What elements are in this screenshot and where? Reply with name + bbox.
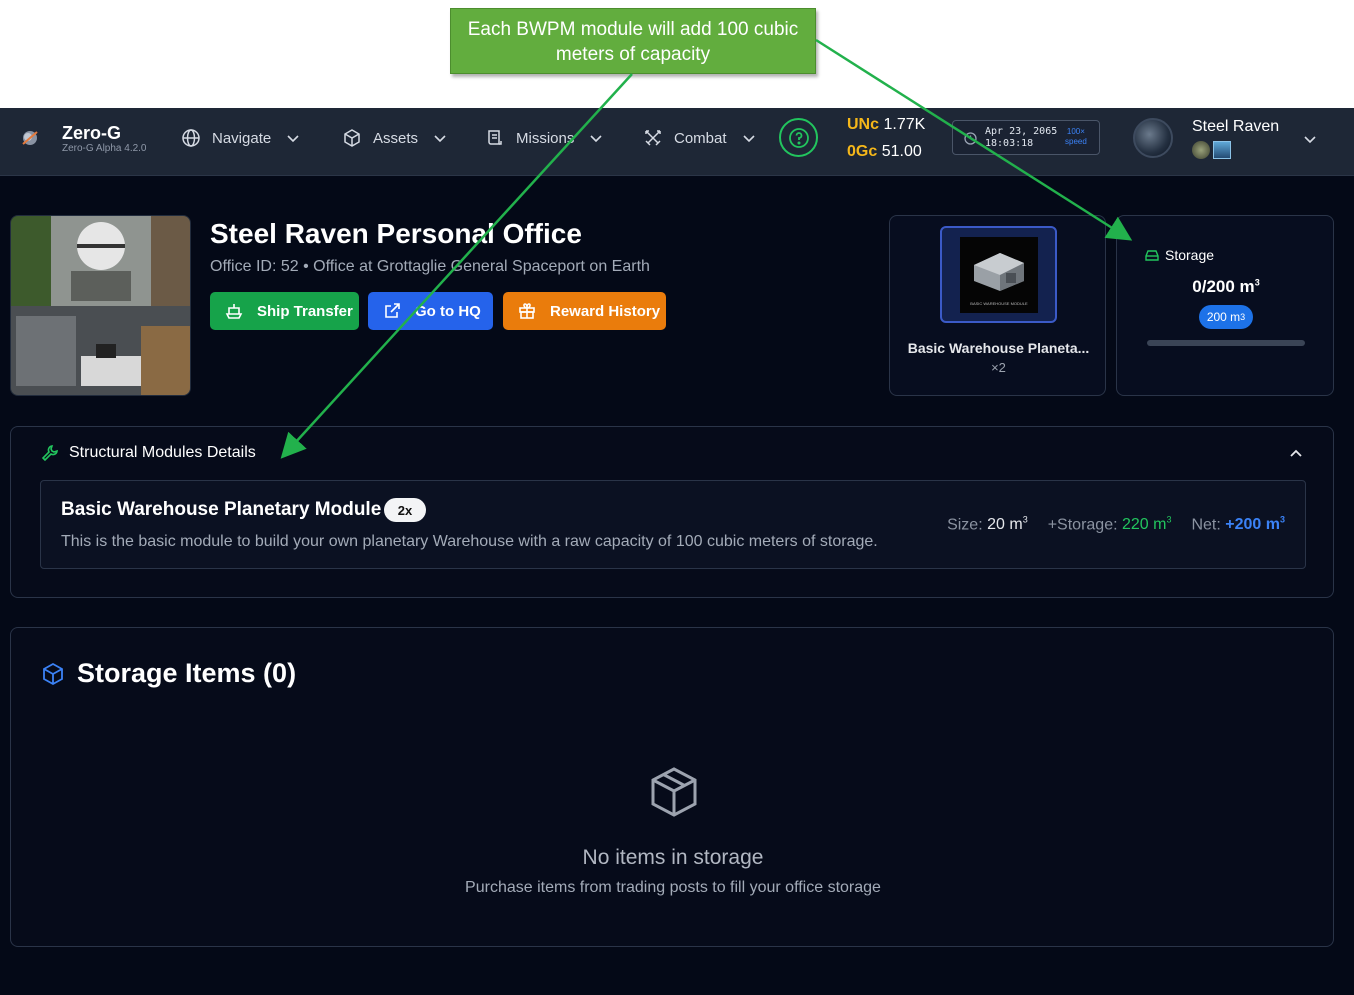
username[interactable]: Steel Raven (1192, 118, 1279, 136)
structural-module-name: Basic Warehouse Planetary Module (61, 499, 382, 520)
user-badges (1192, 141, 1231, 159)
clock-speed: 100× speed (1065, 127, 1087, 146)
ship-icon (225, 304, 243, 319)
structural-heading: Structural Modules Details (69, 444, 256, 461)
wrench-icon (41, 445, 58, 462)
brand[interactable]: Zero-G Zero-G Alpha 4.2.0 (62, 123, 147, 155)
ship-transfer-button[interactable]: Ship Transfer (210, 292, 359, 330)
storage-capacity-badge: 200 m3 (1199, 305, 1253, 329)
avatar[interactable] (1133, 118, 1173, 158)
cube-icon (43, 662, 63, 685)
scroll-icon (486, 129, 504, 147)
storage-card: Storage 0/200 m3 200 m3 (1116, 215, 1334, 396)
nav-combat[interactable]: Combat (644, 128, 755, 148)
hard-drive-icon (1145, 250, 1159, 261)
size-value: 20 m3 (987, 515, 1028, 534)
go-to-hq-label: Go to HQ (415, 302, 481, 320)
size-label: Size: (947, 516, 983, 534)
module-card[interactable]: BASIC WAREHOUSE MODULE Basic Warehouse P… (889, 215, 1106, 396)
chevron-down-icon (590, 135, 602, 143)
size-stat: Size: 20 m3 (947, 515, 1028, 534)
reward-history-button[interactable]: Reward History (503, 292, 666, 330)
unc-label: UNc (847, 116, 880, 133)
chevron-up-icon[interactable] (1289, 446, 1303, 460)
empty-state-subtitle: Purchase items from trading posts to fil… (465, 879, 881, 896)
storage-label: Storage (1145, 247, 1214, 263)
module-thumbnail: BASIC WAREHOUSE MODULE (940, 226, 1057, 323)
crossed-swords-icon (644, 129, 662, 147)
ogc-balance: 0Gc 51.00 (847, 143, 922, 161)
office-image (10, 215, 191, 396)
top-nav: Zero-G Zero-G Alpha 4.2.0 Navigate Asset… (0, 108, 1354, 176)
storage-capacity-text: 200 m (1206, 310, 1241, 324)
external-link-icon (385, 303, 400, 318)
storage-progress-bar (1147, 340, 1305, 346)
net-value: +200 m3 (1225, 515, 1285, 534)
brand-name: Zero-G (62, 123, 122, 143)
nav-combat-label: Combat (674, 129, 727, 147)
nav-navigate-label: Navigate (212, 129, 272, 147)
question-icon (788, 127, 809, 148)
ogc-label: 0Gc (847, 143, 878, 160)
structural-module-description: This is the basic module to build your o… (61, 533, 878, 550)
storage-items-header: Storage Items (0) (41, 658, 296, 689)
chevron-down-icon (434, 135, 446, 143)
cube-icon (343, 129, 361, 147)
storage-label-text: Storage (1165, 247, 1215, 263)
structural-module-count: 2x (384, 498, 426, 522)
nav-missions[interactable]: Missions (486, 128, 602, 148)
storage-value-text: 0/200 m (1192, 277, 1255, 296)
clock-icon (964, 132, 977, 145)
chevron-down-icon[interactable] (1303, 132, 1317, 146)
help-button[interactable] (779, 118, 818, 157)
storage-items-panel: Storage Items (0) No items in storage Pu… (10, 627, 1334, 947)
thumb-caption: BASIC WAREHOUSE MODULE (970, 301, 1028, 306)
office-subtitle: Office ID: 52 • Office at Grottaglie Gen… (210, 258, 650, 275)
net-stat: Net: +200 m3 (1191, 515, 1285, 534)
logo-icon[interactable] (20, 128, 40, 148)
unc-value: 1.77K (883, 116, 926, 133)
structural-module-stats: Size: 20 m3 +Storage: 220 m3 Net: +200 m… (947, 515, 1285, 534)
structural-header[interactable]: Structural Modules Details (41, 444, 256, 462)
app-window: Zero-G Zero-G Alpha 4.2.0 Navigate Asset… (0, 108, 1354, 995)
clock-date: Apr 23, 2065 18:03:18 (985, 126, 1058, 149)
gift-icon (519, 303, 535, 319)
chevron-down-icon (742, 135, 755, 143)
go-to-hq-button[interactable]: Go to HQ (368, 292, 493, 330)
structural-module-row: Basic Warehouse Planetary Module 2x This… (40, 480, 1306, 569)
module-name: Basic Warehouse Planeta... (907, 340, 1090, 356)
rank-badge-icon (1192, 141, 1210, 159)
chevron-down-icon (287, 135, 299, 143)
faction-badge-icon (1213, 141, 1231, 159)
storage-stat-value: 220 m3 (1121, 515, 1172, 534)
nav-navigate[interactable]: Navigate (182, 128, 299, 148)
nav-assets-label: Assets (373, 129, 419, 147)
storage-items-heading: Storage Items (0) (77, 658, 297, 688)
module-quantity: ×2 (991, 360, 1006, 375)
empty-state-title: No items in storage (582, 846, 764, 869)
game-clock[interactable]: Apr 23, 2065 18:03:18 100× speed (952, 120, 1100, 155)
page-title: Steel Raven Personal Office (210, 218, 582, 249)
annotation-callout: Each BWPM module will add 100 cubic mete… (450, 8, 816, 74)
structural-modules-panel: Structural Modules Details Basic Warehou… (10, 426, 1334, 598)
net-label: Net: (1191, 516, 1221, 534)
storage-stat: +Storage: 220 m3 (1048, 515, 1172, 534)
ship-transfer-label: Ship Transfer (257, 302, 353, 320)
storage-value: 0/200 m3 (1192, 277, 1260, 296)
annotation-text: Each BWPM module will add 100 cubic mete… (467, 19, 799, 65)
nav-assets[interactable]: Assets (343, 128, 446, 148)
empty-box-icon (651, 767, 697, 817)
warehouse-icon: BASIC WAREHOUSE MODULE (970, 253, 1028, 306)
brand-version: Zero-G Alpha 4.2.0 (62, 143, 147, 154)
unc-balance: UNc 1.77K (847, 116, 925, 134)
ogc-value: 51.00 (881, 143, 922, 160)
nav-missions-label: Missions (516, 129, 575, 147)
reward-history-label: Reward History (550, 302, 661, 320)
globe-icon (182, 129, 200, 147)
storage-stat-label: +Storage: (1047, 516, 1118, 534)
